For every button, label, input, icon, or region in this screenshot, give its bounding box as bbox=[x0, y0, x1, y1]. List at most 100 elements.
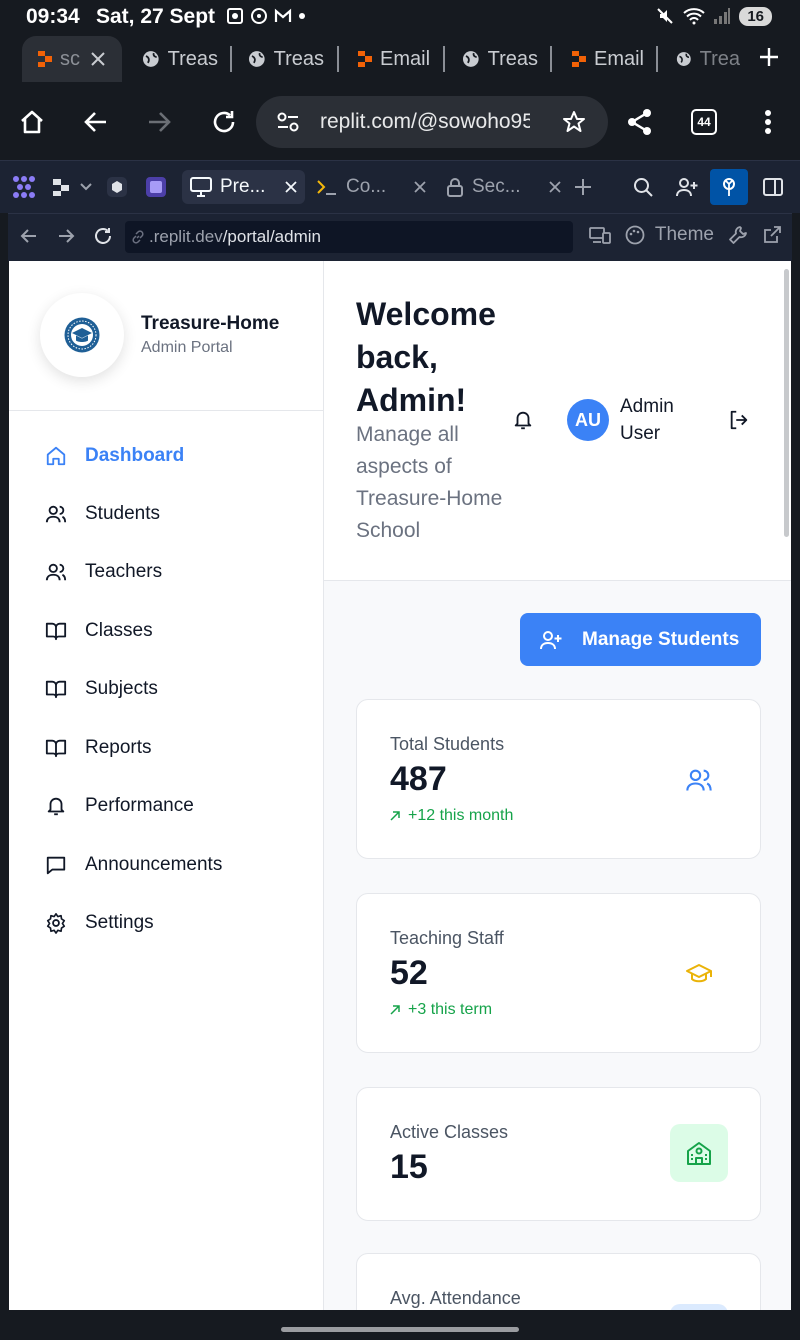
page-title: Welcome back, Admin! bbox=[356, 296, 496, 418]
share-button[interactable] bbox=[622, 104, 658, 140]
browser-tab[interactable]: Trea bbox=[676, 36, 740, 82]
tab-preview[interactable]: Pre... bbox=[182, 170, 306, 204]
logout-button[interactable] bbox=[728, 409, 750, 431]
replit-logo-button[interactable] bbox=[12, 170, 36, 204]
sidebar: Treasure-Home Admin Portal Dashboard Stu… bbox=[9, 261, 324, 1310]
back-button[interactable] bbox=[78, 104, 114, 140]
preview-back-button[interactable] bbox=[20, 227, 38, 245]
new-tab-icon[interactable] bbox=[758, 46, 780, 68]
layout-toggle-button[interactable] bbox=[763, 170, 783, 204]
manage-students-button[interactable]: Manage Students bbox=[520, 613, 761, 666]
arrow-right-icon bbox=[59, 229, 75, 243]
stat-card-total-students: Total Students 487 +12 this month bbox=[356, 699, 761, 859]
lock-icon bbox=[447, 178, 463, 197]
browser-tab[interactable]: Email bbox=[572, 36, 644, 82]
preview-url-input[interactable]: .replit.dev/portal/admin bbox=[125, 221, 573, 253]
sidebar-item-teachers[interactable]: Teachers bbox=[45, 557, 162, 587]
browser-tab[interactable]: Email bbox=[358, 36, 434, 82]
sidebar-item-announcements[interactable]: Announcements bbox=[45, 850, 222, 880]
agent-button[interactable] bbox=[106, 170, 128, 204]
wrench-icon[interactable] bbox=[728, 225, 748, 245]
school-icon bbox=[687, 1142, 711, 1165]
address-bar[interactable]: replit.com/@sowoho95 bbox=[256, 96, 608, 148]
stat-card-teaching-staff: Teaching Staff 52 +3 this term bbox=[356, 893, 761, 1053]
browser-tab[interactable]: Treas bbox=[142, 36, 218, 82]
tab-console[interactable]: Co... bbox=[316, 170, 426, 204]
user-plus-icon bbox=[540, 630, 562, 649]
sidebar-item-settings[interactable]: Settings bbox=[45, 908, 154, 938]
browser-tab-label: Email bbox=[593, 47, 644, 70]
tab-switcher-button[interactable]: 44 bbox=[686, 104, 722, 140]
sidebar-item-label: Dashboard bbox=[85, 445, 185, 466]
search-button[interactable] bbox=[633, 170, 653, 204]
tab-divider bbox=[656, 46, 658, 72]
arrow-left-icon bbox=[84, 112, 106, 132]
system-icons: 16 bbox=[655, 6, 772, 26]
sidebar-item-label: Teachers bbox=[85, 561, 163, 582]
book-icon bbox=[45, 622, 67, 641]
menu-button[interactable] bbox=[750, 104, 786, 140]
close-icon[interactable] bbox=[90, 51, 106, 67]
more-vertical-icon bbox=[765, 110, 771, 134]
arrow-left-icon bbox=[20, 229, 36, 243]
preview-bar: .replit.dev/portal/admin Theme bbox=[8, 213, 792, 261]
preview-reload-button[interactable] bbox=[93, 226, 113, 246]
browser-tab-strip: sc Treas Treas Email Treas Email Trea bbox=[0, 32, 800, 86]
close-icon[interactable] bbox=[285, 181, 298, 193]
sidebar-item-subjects[interactable]: Subjects bbox=[45, 674, 158, 704]
sidebar-item-students[interactable]: Students bbox=[45, 499, 160, 529]
new-tab-button[interactable] bbox=[574, 170, 592, 204]
sidebar-item-label: Students bbox=[85, 503, 160, 524]
sidebar-item-classes[interactable]: Classes bbox=[45, 616, 153, 646]
school-logo bbox=[40, 293, 124, 377]
manage-students-label: Manage Students bbox=[582, 628, 740, 650]
signal-icon bbox=[714, 8, 731, 24]
preview-url-path: /portal/admin bbox=[222, 227, 321, 246]
workspace-menu[interactable] bbox=[52, 170, 92, 204]
browser-tab-label: Trea bbox=[699, 47, 740, 70]
sidebar-item-dashboard[interactable]: Dashboard bbox=[45, 441, 184, 471]
status-bar: 09:34 Sat, 27 Sept 16 bbox=[0, 0, 800, 32]
deploy-button[interactable] bbox=[710, 169, 748, 205]
close-icon[interactable] bbox=[548, 181, 561, 193]
browser-tab[interactable]: Treas bbox=[462, 36, 538, 82]
avatar[interactable]: AU bbox=[567, 399, 609, 441]
sidebar-item-performance[interactable]: Performance bbox=[45, 791, 194, 821]
tab-secrets[interactable]: Sec... bbox=[446, 170, 561, 204]
external-link-icon[interactable] bbox=[762, 225, 782, 245]
browser-tab-label: Treas bbox=[167, 47, 218, 70]
tab-label: Pre... bbox=[220, 176, 266, 197]
sidebar-item-reports[interactable]: Reports bbox=[45, 733, 152, 763]
reload-button[interactable] bbox=[206, 104, 242, 140]
sidebar-item-label: Settings bbox=[85, 912, 154, 933]
forward-button[interactable] bbox=[141, 104, 177, 140]
devices-icon[interactable] bbox=[588, 226, 611, 244]
bell-icon bbox=[47, 797, 65, 816]
sidebar-item-label: Reports bbox=[85, 737, 152, 758]
extension-button[interactable] bbox=[145, 170, 167, 204]
star-icon[interactable] bbox=[562, 110, 586, 134]
tab-label: Sec... bbox=[472, 176, 521, 197]
preview-forward-button[interactable] bbox=[57, 227, 75, 245]
browser-tab[interactable]: Treas bbox=[248, 36, 324, 82]
trend-up-icon bbox=[390, 811, 400, 821]
notifications-button[interactable] bbox=[512, 409, 534, 431]
browser-tab[interactable]: sc bbox=[22, 36, 122, 82]
theme-label: Theme bbox=[654, 224, 714, 245]
tab-divider bbox=[337, 46, 339, 72]
globe-icon bbox=[462, 51, 479, 67]
sidebar-item-label: Classes bbox=[85, 620, 153, 641]
close-icon[interactable] bbox=[414, 181, 426, 193]
theme-button[interactable]: Theme bbox=[625, 224, 714, 246]
site-settings-icon[interactable] bbox=[276, 111, 300, 133]
school-icon-badge bbox=[670, 1124, 728, 1182]
gesture-handle[interactable] bbox=[281, 1327, 519, 1332]
replit-icon bbox=[358, 51, 372, 67]
graduation-cap-icon bbox=[686, 964, 712, 983]
scrollbar-thumb[interactable] bbox=[784, 269, 789, 537]
invite-button[interactable] bbox=[676, 170, 698, 204]
globe-icon bbox=[676, 52, 691, 66]
tab-divider bbox=[230, 46, 232, 72]
home-button[interactable] bbox=[14, 104, 50, 140]
preview-url-host: .replit.dev bbox=[149, 227, 223, 246]
